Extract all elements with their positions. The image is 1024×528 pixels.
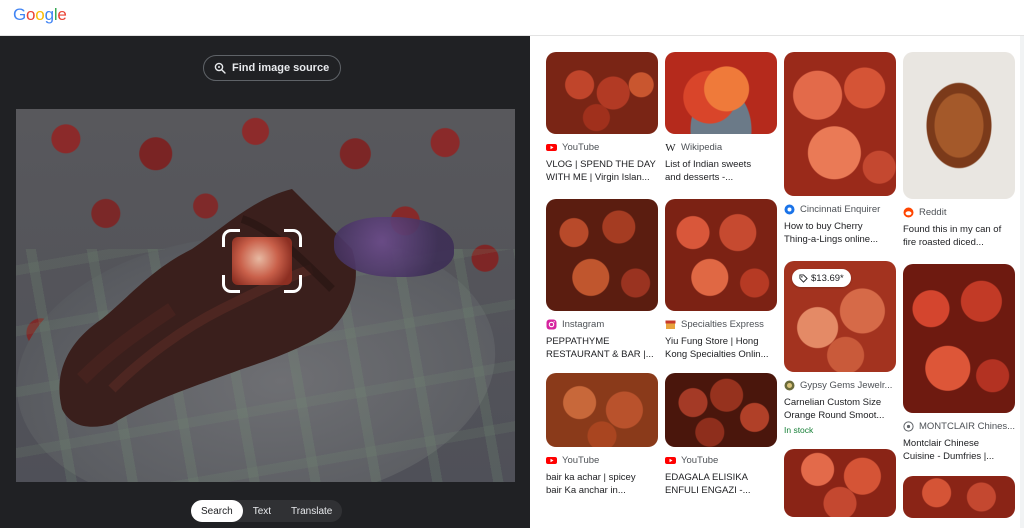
google-logo[interactable]: Google (13, 5, 67, 25)
result-source: Reddit (919, 207, 947, 218)
find-image-source-button[interactable]: Find image source (203, 55, 342, 81)
cincinnati-enquirer-icon (784, 204, 795, 215)
result-thumbnail[interactable] (784, 52, 896, 196)
result-title[interactable]: EDAGALA ELISIKA ENFULI ENGAZI -... (665, 471, 777, 497)
result-title[interactable]: bair ka achar | spicey bair Ka anchar in.… (546, 471, 658, 497)
result-source: YouTube (562, 142, 600, 153)
result-thumbnail[interactable] (784, 449, 896, 517)
result-title[interactable]: How to buy Cherry Thing-a-Lings online... (784, 220, 896, 246)
result-title[interactable]: PEPPATHYME RESTAURANT & BAR |... (546, 335, 658, 361)
result-title[interactable]: VLOG | SPEND THE DAY WITH ME | Virgin Isl… (546, 158, 658, 184)
reddit-icon (903, 207, 914, 218)
wikipedia-icon: W (665, 142, 676, 153)
result-thumbnail[interactable] (903, 264, 1015, 413)
result-card[interactable]: Instagram PEPPATHYME RESTAURANT & BAR |..… (546, 199, 658, 361)
result-card[interactable]: YouTube EDAGALA ELISIKA ENFULI ENGAZI -..… (665, 373, 777, 497)
result-thumbnail[interactable]: $13.69* (784, 261, 896, 372)
result-thumbnail[interactable] (665, 199, 777, 311)
result-source: Gypsy Gems Jewelr... (800, 380, 893, 391)
crop-handle-top-right[interactable] (284, 229, 302, 247)
lens-mode-switcher: Search Text Translate (191, 500, 343, 522)
result-card[interactable]: YouTube bair ka achar | spicey bair Ka an… (546, 373, 658, 497)
result-card[interactable] (903, 476, 1015, 518)
gypsy-gems-icon (784, 380, 795, 391)
result-source: Specialties Express (681, 319, 764, 330)
result-thumbnail[interactable] (546, 52, 658, 134)
query-image[interactable] (16, 109, 515, 482)
youtube-icon (665, 455, 676, 466)
lens-search-icon (214, 62, 226, 74)
crop-handle-bottom-right[interactable] (284, 275, 302, 293)
result-source: YouTube (562, 455, 600, 466)
crop-selection[interactable] (222, 229, 302, 293)
result-source: YouTube (681, 455, 719, 466)
mode-translate-button[interactable]: Translate (281, 500, 342, 522)
top-bar: Google (0, 0, 1024, 36)
result-thumbnail[interactable] (665, 52, 777, 134)
result-card[interactable]: $13.69* Gypsy Gems Jewelr... Carnelian C… (784, 261, 896, 435)
result-thumbnail[interactable] (903, 52, 1015, 199)
result-source: Wikipedia (681, 142, 723, 153)
youtube-icon (546, 142, 557, 153)
result-source: Instagram (562, 319, 605, 330)
result-source: MONTCLAIR Chines... (919, 421, 1015, 432)
result-card[interactable]: Cincinnati Enquirer How to buy Cherry Thi… (784, 52, 896, 246)
result-card[interactable]: YouTube VLOG | SPEND THE DAY WITH ME | Vi… (546, 52, 658, 184)
result-title[interactable]: Found this in my can of fire roasted dice… (903, 223, 1015, 249)
scrollbar[interactable] (1020, 36, 1024, 528)
result-thumbnail[interactable] (546, 373, 658, 447)
selected-region (232, 237, 292, 285)
price-value: $13.69* (811, 272, 844, 284)
mode-search-button[interactable]: Search (191, 500, 243, 522)
purple-vegetable (334, 217, 454, 277)
montclair-icon (903, 421, 914, 432)
result-thumbnail[interactable] (665, 373, 777, 447)
result-card[interactable]: Reddit Found this in my can of fire roast… (903, 52, 1015, 249)
result-thumbnail[interactable] (903, 476, 1015, 518)
stock-status: In stock (784, 425, 814, 435)
result-thumbnail[interactable] (546, 199, 658, 311)
store-icon (665, 319, 676, 330)
price-tag: $13.69* (792, 269, 851, 287)
youtube-icon (546, 455, 557, 466)
food-shape (59, 189, 356, 427)
result-title[interactable]: Montclair Chinese Cuisine - Dumfries |... (903, 437, 1015, 463)
instagram-icon (546, 319, 557, 330)
result-title[interactable]: List of Indian sweets and desserts -... (665, 158, 777, 184)
result-card[interactable]: Specialties Express Yiu Fung Store | Hon… (665, 199, 777, 361)
tag-icon (799, 273, 808, 283)
find-image-source-label: Find image source (232, 62, 330, 74)
result-card[interactable]: W Wikipedia List of Indian sweets and des… (665, 52, 777, 184)
crop-handle-bottom-left[interactable] (222, 275, 240, 293)
mode-text-button[interactable]: Text (243, 500, 281, 522)
result-card[interactable] (784, 449, 896, 517)
result-source: Cincinnati Enquirer (800, 204, 881, 215)
crop-handle-top-left[interactable] (222, 229, 240, 247)
result-title[interactable]: Carnelian Custom Size Orange Round Smoot.… (784, 396, 896, 422)
result-card[interactable]: MONTCLAIR Chines... Montclair Chinese Cui… (903, 264, 1015, 463)
result-title[interactable]: Yiu Fung Store | Hong Kong Specialties On… (665, 335, 777, 361)
image-preview-panel: Find image source Search Text Translate (0, 36, 530, 528)
visual-matches-panel: YouTube VLOG | SPEND THE DAY WITH ME | Vi… (530, 36, 1024, 528)
